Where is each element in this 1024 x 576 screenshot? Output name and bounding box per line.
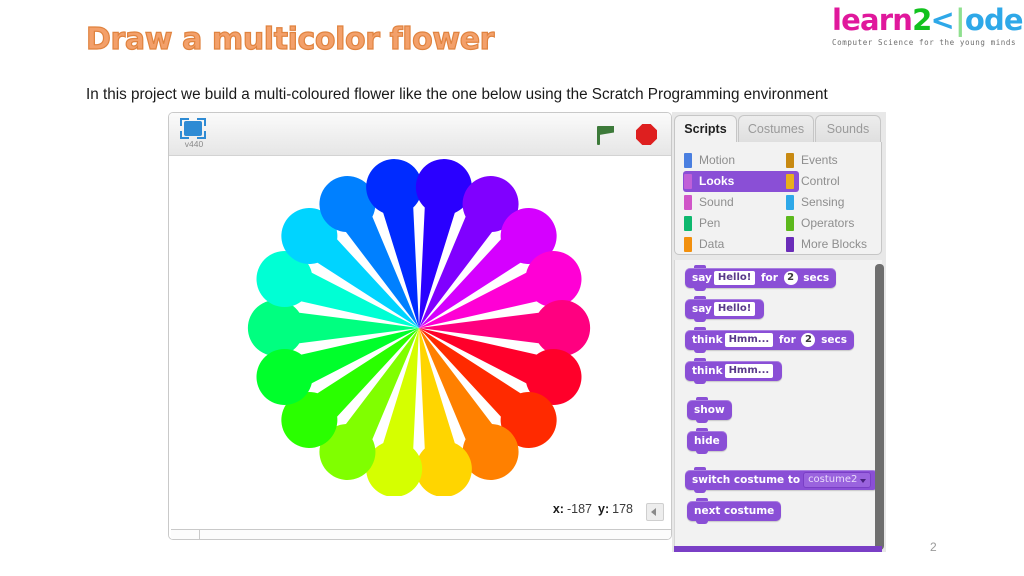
logo-tagline: Computer Science for the young minds — [832, 38, 1017, 47]
category-palette: Motion Looks Sound Pen Data Events Control Sen… — [674, 142, 882, 255]
coord-y-value: 178 — [612, 502, 633, 516]
block-word: hide — [694, 435, 720, 447]
category-sensing[interactable]: Sensing — [785, 192, 883, 213]
category-label: Data — [699, 237, 725, 251]
block-next[interactable]: next costume — [687, 498, 782, 524]
blocks-list[interactable]: say Hello! for 2 secs say Hello! think Hmm...… — [674, 260, 882, 552]
fullscreen-button[interactable]: v440 — [177, 116, 211, 152]
logo-part-kbar: | — [955, 3, 966, 37]
stage-toolbar: v440 — [169, 113, 671, 156]
stage-panel: v440 x: -187 y: 178 — [168, 112, 672, 540]
blocks-panel: Scripts Costumes Sounds Motion Looks Sound… — [672, 112, 886, 552]
block-think-for[interactable]: think Hmm... for 2 secs — [685, 327, 854, 353]
category-sound[interactable]: Sound — [683, 192, 781, 213]
green-flag-icon[interactable] — [595, 124, 617, 146]
tab-sounds[interactable]: Sounds — [815, 115, 881, 142]
block-think[interactable]: think Hmm... — [685, 358, 783, 384]
block-word: show — [694, 404, 725, 416]
blocks-bottom-strip — [674, 546, 882, 552]
category-looks[interactable]: Looks — [683, 171, 799, 192]
block-text-input[interactable]: Hmm... — [724, 364, 774, 378]
version-label: v440 — [184, 139, 204, 149]
block-word: secs — [799, 272, 830, 284]
category-color-swatch — [786, 174, 794, 189]
category-control[interactable]: Control — [785, 171, 883, 192]
block-dropdown[interactable]: costume2 — [803, 472, 872, 488]
coord-x-value: -187 — [566, 502, 593, 516]
category-column-right: Events Control Sensing Operators More Blocks — [785, 150, 883, 255]
logo-wordmark: learn2<|ode — [832, 3, 1024, 37]
block-text-input[interactable]: Hello! — [713, 302, 756, 316]
category-more-blocks[interactable]: More Blocks — [785, 234, 883, 255]
logo-part-two: 2 — [912, 3, 932, 37]
coord-x-label: x: — [552, 502, 564, 516]
coord-y-label: y: — [598, 502, 610, 516]
mouse-coordinates: x: -187 y: 178 — [553, 502, 639, 516]
category-motion[interactable]: Motion — [683, 150, 781, 171]
logo-part-ode: ode — [964, 3, 1024, 37]
category-color-swatch — [684, 174, 692, 189]
page-title: Draw a multicolor flower — [85, 21, 495, 57]
category-color-swatch — [684, 237, 692, 252]
logo-part-learn: learn — [832, 3, 913, 37]
block-word: next costume — [694, 505, 775, 517]
block-word: say — [692, 303, 712, 315]
block-word: switch costume to — [692, 474, 801, 486]
category-label: Control — [801, 174, 840, 188]
tab-costumes[interactable]: Costumes — [738, 115, 814, 142]
category-operators[interactable]: Operators — [785, 213, 883, 234]
category-label: Operators — [801, 216, 855, 230]
category-label: More Blocks — [801, 237, 868, 251]
block-show[interactable]: show — [687, 397, 732, 423]
block-switch[interactable]: switch costume to costume2 — [685, 467, 879, 493]
category-color-swatch — [684, 195, 692, 210]
stop-sign-icon[interactable] — [636, 124, 657, 145]
block-say-for[interactable]: say Hello! for 2 secs — [685, 265, 837, 291]
brand-logo: learn2<|ode Computer Science for the you… — [832, 3, 1024, 48]
category-label: Motion — [699, 153, 736, 167]
block-word: for — [757, 272, 782, 284]
tab-scripts[interactable]: Scripts — [674, 115, 737, 142]
flower-drawing — [247, 159, 591, 496]
fullscreen-icon — [180, 118, 206, 139]
category-label: Sound — [699, 195, 734, 209]
block-text-input[interactable]: Hmm... — [724, 333, 774, 347]
block-number-input[interactable]: 2 — [783, 271, 798, 285]
category-pen[interactable]: Pen — [683, 213, 781, 234]
category-color-swatch — [684, 153, 692, 168]
category-color-swatch — [684, 216, 692, 231]
left-arrow-icon[interactable] — [646, 503, 664, 521]
block-word: for — [775, 334, 800, 346]
category-color-swatch — [786, 237, 794, 252]
category-color-swatch — [786, 216, 794, 231]
category-color-swatch — [786, 195, 794, 210]
block-number-input[interactable]: 2 — [801, 333, 816, 347]
category-column-left: Motion Looks Sound Pen Data — [683, 150, 799, 255]
sprite-pane-divider — [171, 529, 671, 539]
block-word: think — [692, 334, 723, 346]
category-label: Sensing — [801, 195, 845, 209]
category-data[interactable]: Data — [683, 234, 781, 255]
palette-scrollbar[interactable] — [875, 264, 884, 550]
page-number: 2 — [930, 540, 937, 554]
logo-part-chevron: < — [930, 3, 955, 37]
block-word: say — [692, 272, 712, 284]
category-label: Looks — [699, 174, 735, 188]
stage-footer: x: -187 y: 178 — [169, 496, 671, 539]
category-events[interactable]: Events — [785, 150, 883, 171]
intro-paragraph: In this project we build a multi-coloure… — [86, 86, 828, 103]
category-label: Events — [801, 153, 838, 167]
scratch-screenshot: v440 x: -187 y: 178 Scripts Costumes Sounds… — [168, 112, 886, 552]
block-text-input[interactable]: Hello! — [713, 271, 756, 285]
category-color-swatch — [786, 153, 794, 168]
block-word: think — [692, 365, 723, 377]
category-label: Pen — [699, 216, 721, 230]
stage-canvas[interactable] — [169, 156, 671, 496]
block-say[interactable]: say Hello! — [685, 296, 765, 322]
editor-tabs: Scripts Costumes Sounds — [672, 112, 886, 142]
block-hide[interactable]: hide — [687, 428, 727, 454]
block-word: secs — [817, 334, 847, 346]
